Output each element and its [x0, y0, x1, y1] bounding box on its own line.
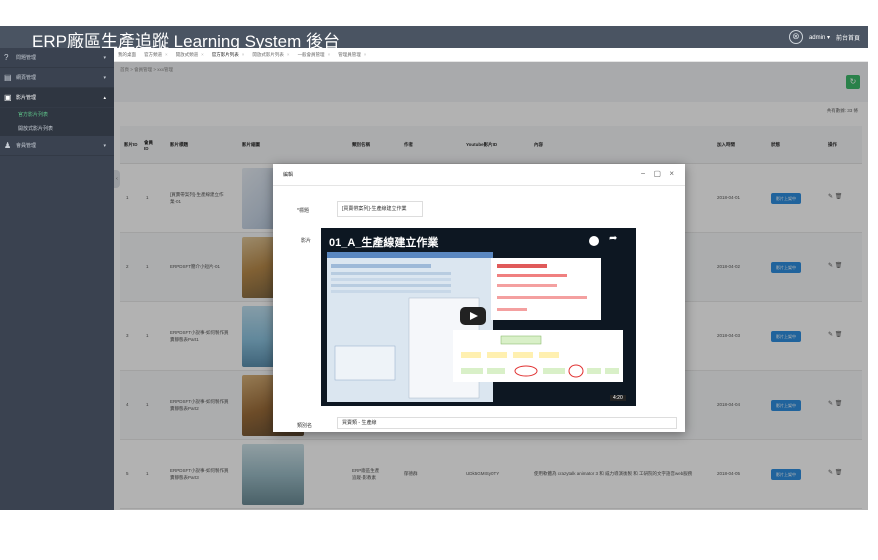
sidebar-item-label: 影片管理 [16, 95, 37, 101]
share-icon[interactable]: ➦ [609, 233, 617, 244]
close-icon[interactable]: × [287, 52, 290, 57]
tab-open-videos[interactable]: 開放式影片列表 × [252, 52, 289, 58]
sidebar-item-pages[interactable]: ▤ 網頁管理 ▾ [0, 68, 114, 88]
tab-bar: 我的桌面 官方頻道 × 開放式頻道 × 官方影片列表 × 開放式影片列表 × 一般會員管… [114, 48, 868, 62]
dialog-title: 編輯 [283, 172, 294, 178]
tab-label: 開放式影片列表 [252, 51, 284, 57]
sidebar-subitem-official-videos[interactable]: 官方影片列表 [0, 108, 114, 122]
tab-admins[interactable]: 管理員管理 × [338, 52, 366, 58]
tab-open-channel[interactable]: 開放式頻道 × [176, 52, 204, 58]
sidebar-item-members[interactable]: ♟ 會員管理 ▾ [0, 136, 114, 156]
sidebar-item-label: 會員管理 [16, 143, 37, 149]
tab-label: 開放式頻道 [175, 51, 199, 57]
category-select[interactable]: 買賣類 - 生產線 [337, 417, 677, 429]
close-icon[interactable]: × [364, 52, 367, 57]
tab-label: 管理員管理 [338, 51, 361, 57]
video-label: 影片 [301, 238, 312, 244]
page-icon: ▤ [4, 73, 12, 82]
chevron-down-icon: ▾ [103, 143, 106, 149]
close-icon[interactable]: × [328, 52, 331, 57]
dialog-window-controls[interactable]: − ▢ × [641, 169, 677, 178]
sidebar: ? 問題管理 ▾ ▤ 網頁管理 ▾ ▣ 影片管理 ▴ 官方影片列表 開放式影片列… [0, 48, 114, 510]
tab-official-channel[interactable]: 官方頻道 × [144, 52, 168, 58]
tab-label: 我的桌面 [118, 51, 136, 57]
header-right: ⊗ admin ▾ 前台首頁 [788, 30, 860, 44]
sidebar-subitem-open-videos[interactable]: 開放式影片列表 [0, 122, 114, 136]
tab-members[interactable]: 一般會員管理 × [298, 52, 331, 58]
category-label: 類別名 [297, 423, 313, 429]
sidebar-item-questions[interactable]: ? 問題管理 ▾ [0, 48, 114, 68]
close-icon[interactable]: × [201, 52, 204, 57]
video-title: 01_A_生產線建立作業 [329, 237, 439, 249]
video-duration: 4:20 [610, 395, 626, 401]
play-button[interactable] [460, 307, 486, 325]
close-icon[interactable]: × [242, 52, 245, 57]
top-header: ERP廠區生產追蹤 Learning System 後台 ⊗ admin ▾ 前… [0, 26, 868, 51]
close-icon[interactable]: × [165, 52, 168, 57]
frontend-home-link[interactable]: 前台首頁 [836, 33, 860, 42]
video-icon: ▣ [4, 93, 12, 102]
dialog-header: 編輯 − ▢ × [273, 164, 685, 186]
watch-later-icon[interactable] [589, 236, 599, 246]
tab-official-videos[interactable]: 官方影片列表 × [212, 52, 245, 58]
question-icon: ? [4, 53, 9, 62]
app-window: ERP廠區生產追蹤 Learning System 後台 ⊗ admin ▾ 前… [0, 0, 878, 560]
tab-label: 官方影片列表 [211, 51, 239, 57]
user-menu[interactable]: admin ▾ [809, 34, 830, 41]
title-input[interactable]: [買賣帶案列]-生產線建立作業 [337, 201, 423, 217]
chevron-down-icon: ▾ [103, 55, 106, 61]
sidebar-item-videos[interactable]: ▣ 影片管理 ▴ [0, 88, 114, 108]
sidebar-item-label: 網頁管理 [16, 75, 37, 81]
sidebar-item-label: 問題管理 [16, 55, 37, 61]
title-label: *標題 [297, 208, 309, 214]
tab-label: 一般會員管理 [297, 51, 325, 57]
chevron-up-icon: ▴ [103, 95, 106, 101]
youtube-player[interactable]: 01_A_生產線建立作業 ➦ 4:20 [321, 228, 636, 406]
chevron-down-icon: ▾ [103, 75, 106, 81]
tab-desktop[interactable]: 我的桌面 [118, 52, 136, 58]
edit-dialog: 編輯 − ▢ × *標題 [買賣帶案列]-生產線建立作業 影片 01_A_生產線… [273, 164, 685, 432]
tab-label: 官方頻道 [144, 51, 162, 57]
user-icon: ♟ [4, 141, 12, 150]
logout-icon[interactable]: ⊗ [788, 30, 803, 44]
